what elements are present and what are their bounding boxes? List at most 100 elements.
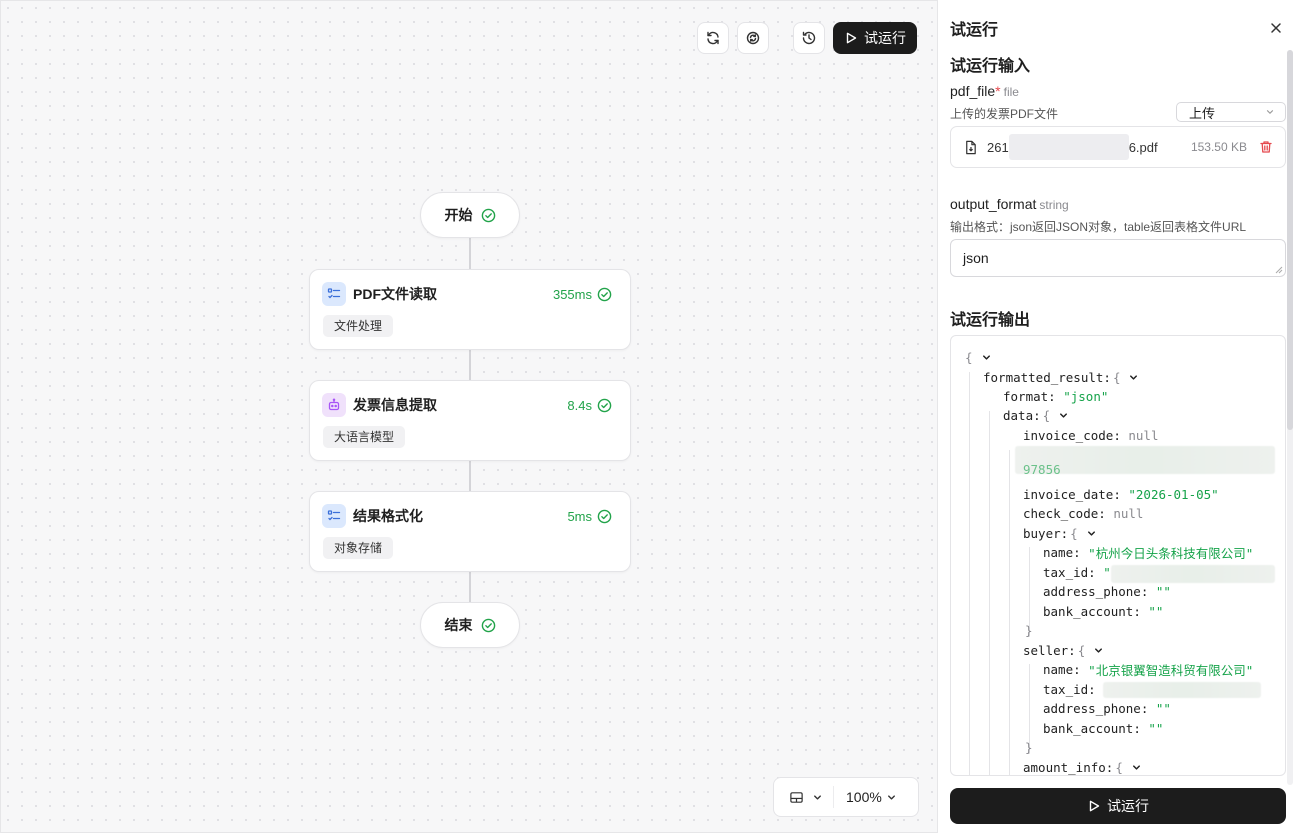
json-line: check_code: null [1023, 506, 1144, 521]
pdf-file-field-label: pdf_file* file [950, 83, 1019, 99]
history-button[interactable] [793, 22, 825, 54]
zoom-value: 100% [846, 789, 882, 805]
list-tool-icon [322, 282, 346, 306]
play-icon [846, 32, 857, 44]
node-duration: 8.4s [567, 397, 592, 413]
json-line: } [1025, 623, 1033, 638]
layout-dropdown[interactable] [774, 778, 833, 816]
uploaded-file-item[interactable]: 261 6.pdf 153.50 KB [950, 126, 1286, 168]
refresh-button[interactable] [697, 22, 729, 54]
file-size: 153.50 KB [1190, 140, 1247, 154]
upload-mode-select[interactable]: 上传 [1176, 102, 1286, 122]
json-line: bank_account: "" [1043, 721, 1164, 736]
run-test-label: 试运行 [864, 30, 906, 46]
success-check-icon [597, 398, 612, 412]
json-line: name: "北京银翼智造科贸有限公司" [1043, 662, 1254, 678]
chevron-down-icon[interactable] [981, 352, 992, 363]
json-line: buyer:{ [1023, 524, 1097, 543]
panel-scrollbar[interactable] [1287, 50, 1293, 785]
history-icon [802, 31, 816, 45]
node-tag: 对象存储 [323, 537, 394, 559]
pdf-file-desc: 上传的发票PDF文件 [950, 107, 1059, 121]
node-tag: 文件处理 [323, 315, 394, 337]
workflow-node-invoice-extract[interactable]: 发票信息提取 8.4s 大语言模型 [309, 380, 631, 461]
test-run-panel: 试运行 试运行输入 pdf_file* file 上传的发票PDF文件 上传 26… [938, 0, 1295, 833]
json-line: invoice_date: "2026-01-05" [1023, 487, 1219, 502]
delete-icon[interactable] [1259, 140, 1273, 154]
field-type: string [1039, 198, 1069, 212]
output-format-value: json [963, 250, 989, 266]
canvas-toolbar: 试运行 [697, 22, 917, 54]
output-section-title: 试运行输出 [950, 312, 1031, 329]
output-format-desc: 输出格式：json返回JSON对象，table返回表格文件URL [950, 220, 1247, 234]
chevron-down-icon [1266, 110, 1274, 114]
success-check-icon [481, 618, 495, 632]
field-name: pdf_file [950, 83, 996, 99]
start-node[interactable]: 开始 [420, 192, 520, 238]
chevron-down-icon [887, 794, 895, 800]
field-type: file [1003, 85, 1019, 99]
panel-title: 试运行 [950, 22, 999, 39]
zoom-controls: 100% [773, 777, 919, 817]
node-title: PDF文件读取 [353, 286, 437, 302]
run-test-bottom-button[interactable]: 试运行 [950, 788, 1286, 824]
robot-icon [322, 393, 346, 417]
success-check-icon [597, 287, 612, 301]
edge-node2-node3 [469, 460, 471, 491]
scrollbar-thumb[interactable] [1287, 50, 1293, 430]
node-duration: 355ms [552, 286, 592, 302]
chevron-down-icon[interactable] [1086, 528, 1097, 539]
json-line: tax_id: [1043, 682, 1096, 697]
end-node[interactable]: 结束 [420, 602, 520, 648]
json-line: formatted_result:{ [983, 368, 1139, 387]
json-line: bank_account: "" [1043, 604, 1164, 619]
json-line: invoice_code: null [1023, 428, 1159, 443]
success-check-icon [481, 208, 495, 222]
json-line: address_phone: "" [1043, 701, 1171, 716]
output-format-input[interactable]: json [950, 239, 1286, 277]
upload-mode-value: 上传 [1189, 105, 1216, 121]
json-line: seller:{ [1023, 641, 1104, 660]
run-test-button[interactable]: 试运行 [833, 22, 917, 54]
run-test-label: 试运行 [1107, 798, 1149, 814]
refresh-icon [707, 31, 719, 45]
json-output-viewer[interactable]: { formatted_result:{ format: "json" data… [950, 335, 1286, 776]
redacted-block [1111, 565, 1275, 583]
start-node-label: 开始 [444, 207, 473, 223]
chevron-down-icon[interactable] [1131, 762, 1142, 773]
workflow-node-format-result[interactable]: 结果格式化 5ms 对象存储 [309, 491, 631, 572]
file-icon [966, 140, 976, 154]
chevron-down-icon[interactable] [1128, 372, 1139, 383]
field-name: output_format [950, 196, 1037, 212]
edge-node3-end [469, 571, 471, 602]
resize-grip-icon[interactable] [1275, 266, 1283, 274]
output-format-field-label: output_format string [950, 196, 1069, 212]
json-root: { [963, 348, 992, 367]
node-title: 发票信息提取 [353, 397, 437, 413]
sync-icon [746, 31, 760, 45]
workflow-node-pdf-read[interactable]: PDF文件读取 355ms 文件处理 [309, 269, 631, 350]
json-line: data:{ [1003, 406, 1069, 425]
json-line: 97856 [1023, 462, 1061, 476]
node-tag: 大语言模型 [323, 426, 406, 448]
node-duration: 5ms [567, 508, 592, 524]
redacted-block [1008, 134, 1129, 160]
chevron-down-icon [814, 794, 821, 800]
json-line: format: "json" [1003, 389, 1109, 404]
json-line: address_phone: "" [1043, 584, 1171, 599]
edge-start-node1 [469, 238, 471, 269]
edge-node1-node2 [469, 349, 471, 380]
json-line: } [1025, 740, 1033, 755]
chevron-down-icon[interactable] [1058, 410, 1069, 421]
close-icon[interactable] [1269, 21, 1283, 35]
workflow-canvas[interactable]: 试运行 开始 PDF文件读取 355ms 文件处理 发票信息提取 8.4s 大语… [0, 0, 938, 833]
node-title: 结果格式化 [353, 508, 423, 524]
json-line: name: "杭州今日头条科技有限公司" [1043, 545, 1254, 561]
sync-button[interactable] [737, 22, 769, 54]
required-mark: * [995, 83, 1001, 99]
zoom-dropdown[interactable]: 100% [834, 789, 897, 805]
end-node-label: 结束 [444, 617, 473, 633]
chevron-down-icon[interactable] [1093, 645, 1104, 656]
file-name: 261 6.pdf [987, 134, 1158, 160]
play-icon [1089, 800, 1100, 812]
